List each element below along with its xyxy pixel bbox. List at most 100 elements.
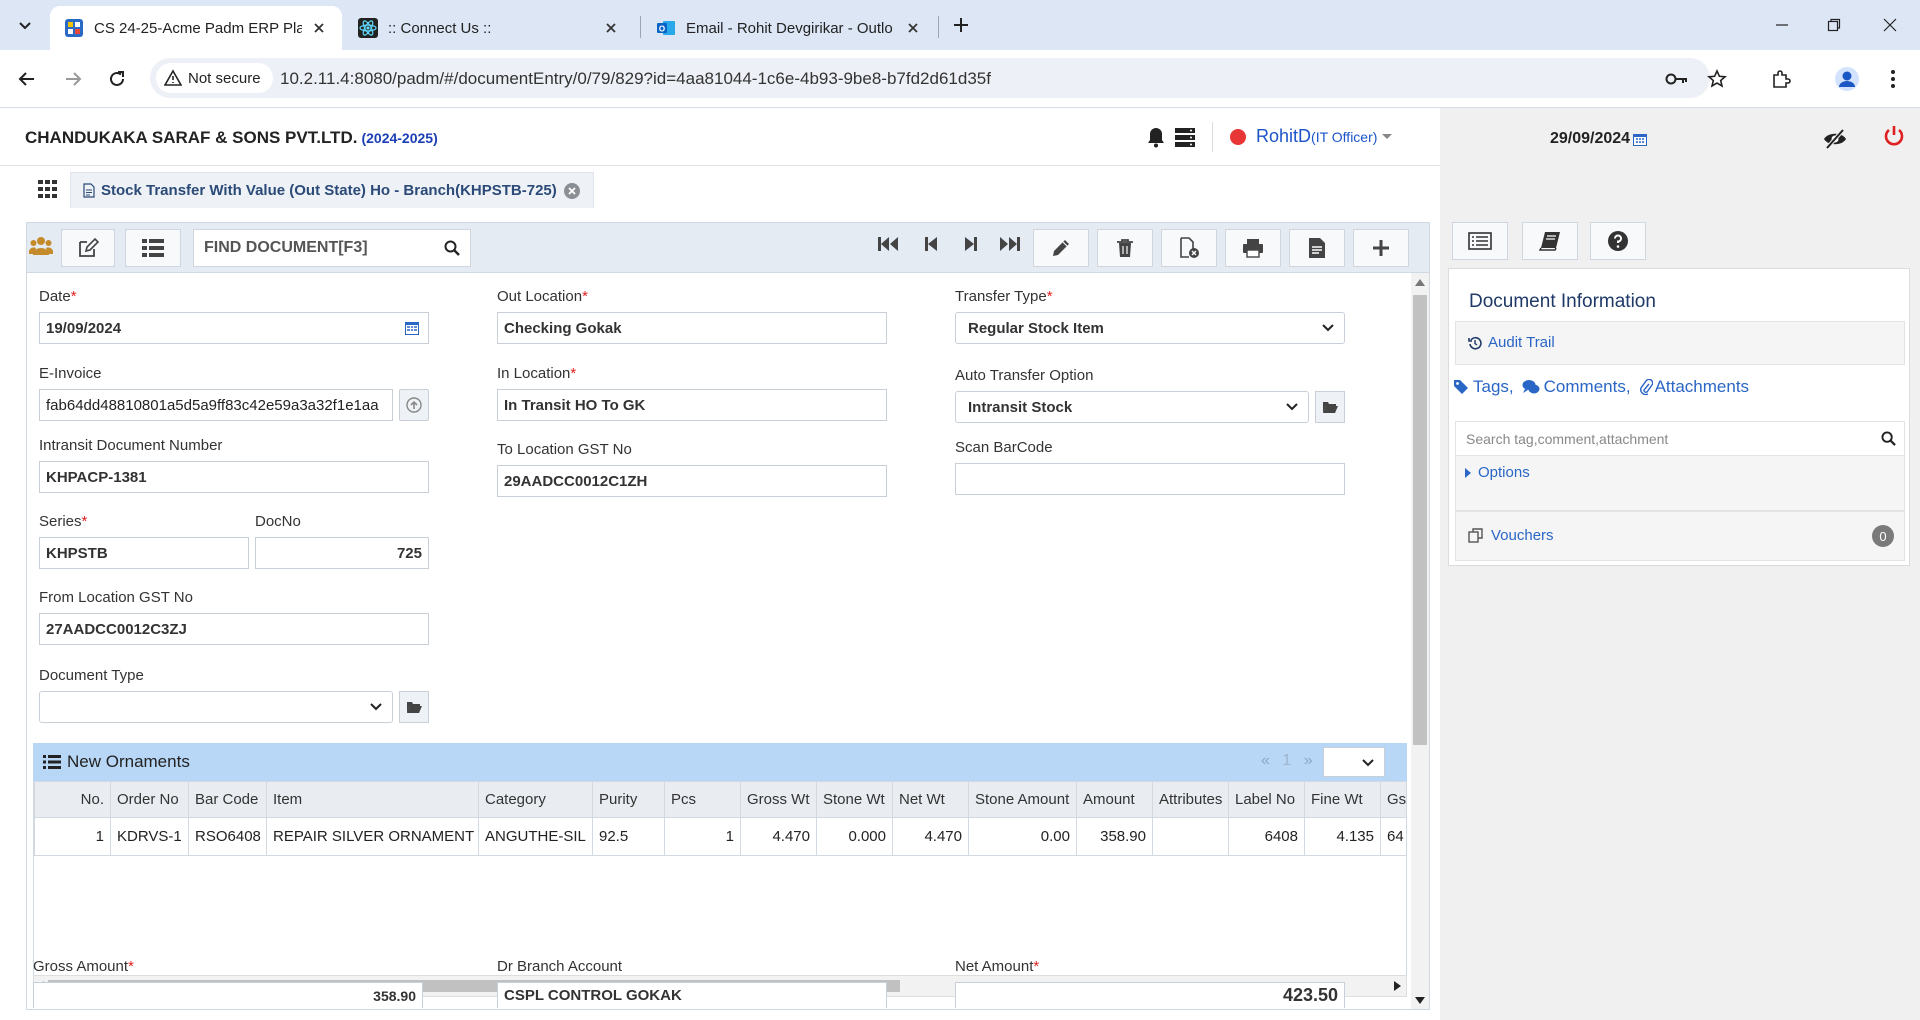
column-header[interactable]: Stone Wt (816, 781, 893, 818)
password-key-button[interactable] (1664, 66, 1690, 92)
close-tab-icon[interactable] (904, 19, 922, 37)
intransit-field[interactable]: KHPACP-1381 (39, 461, 429, 493)
column-header[interactable]: Gross Wt (740, 781, 817, 818)
table-cell[interactable]: 1 (664, 817, 741, 856)
einvoice-field[interactable]: fab64dd48810801a5d5a9ff83c42e59a3a32f1e1… (39, 389, 393, 421)
tag-search-input[interactable]: Search tag,comment,attachment (1456, 422, 1904, 456)
auto-transfer-browse-button[interactable] (1315, 391, 1345, 423)
browser-menu-button[interactable] (1880, 66, 1906, 92)
column-header[interactable]: Gs (1380, 781, 1406, 818)
options-toggle[interactable]: Options (1464, 464, 1530, 481)
close-window-button[interactable] (1870, 10, 1910, 40)
table-cell[interactable]: 4.470 (892, 817, 969, 856)
column-header[interactable]: Order No (110, 781, 189, 818)
gross-amount-field[interactable]: 358.90 (33, 982, 423, 1008)
cancel-document-button[interactable] (1161, 229, 1217, 267)
details-view-button[interactable] (1452, 222, 1508, 260)
restore-window-button[interactable] (1814, 10, 1854, 40)
pager-next[interactable]: » (1304, 752, 1313, 769)
reload-button[interactable] (104, 66, 130, 92)
in-location-field[interactable]: In Transit HO To GK (497, 389, 887, 421)
find-document-input[interactable]: FIND DOCUMENT[F3] (193, 229, 471, 267)
table-cell[interactable]: 1 (34, 817, 111, 856)
table-cell[interactable]: KDRVS-1 (110, 817, 189, 856)
browser-tab-erp[interactable]: CS 24-25-Acme Padm ERP Platf (50, 6, 342, 50)
extensions-button[interactable] (1768, 66, 1794, 92)
close-tab-icon[interactable] (310, 19, 328, 37)
minimize-window-button[interactable] (1762, 10, 1802, 40)
date-field[interactable]: 19/09/2024 (39, 312, 429, 344)
table-cell[interactable]: 92.5 (592, 817, 665, 856)
column-header[interactable]: Amount (1076, 781, 1153, 818)
print-button[interactable] (1225, 229, 1281, 267)
vouchers-link[interactable]: Vouchers (1468, 527, 1554, 544)
auto-transfer-select[interactable]: Intransit Stock (955, 391, 1309, 423)
table-cell[interactable]: REPAIR SILVER ORNAMENT (266, 817, 479, 856)
app-grid-icon[interactable] (38, 180, 58, 198)
einvoice-generate-button[interactable] (399, 389, 429, 421)
tags-link[interactable]: Tags, (1473, 377, 1514, 397)
table-row[interactable]: 1 KDRVS-1 RSO6408 REPAIR SILVER ORNAMENT… (34, 817, 1406, 856)
back-button[interactable] (14, 66, 40, 92)
book-button[interactable] (1522, 222, 1578, 260)
document-report-button[interactable] (1289, 229, 1345, 267)
column-header[interactable]: Net Wt (892, 781, 969, 818)
column-header[interactable]: No. (34, 781, 111, 818)
column-header[interactable]: Category (478, 781, 593, 818)
next-record-icon[interactable] (963, 235, 979, 253)
url-text[interactable]: 10.2.11.4:8080/padm/#/documentEntry/0/79… (280, 69, 991, 89)
document-tab[interactable]: Stock Transfer With Value (Out State) Ho… (70, 172, 594, 208)
pager-current[interactable]: 1 (1282, 752, 1291, 769)
site-security-chip[interactable]: Not secure (156, 63, 273, 93)
transfer-type-select[interactable]: Regular Stock Item (955, 312, 1345, 344)
first-record-icon[interactable] (877, 235, 899, 253)
column-header[interactable]: Stone Amount (968, 781, 1077, 818)
table-cell[interactable]: 0.00 (968, 817, 1077, 856)
column-header[interactable]: Fine Wt (1304, 781, 1381, 818)
table-cell[interactable]: 358.90 (1076, 817, 1153, 856)
column-header[interactable]: Item (266, 781, 479, 818)
pager-prev[interactable]: « (1261, 752, 1270, 769)
table-cell[interactable]: RSO6408 (188, 817, 267, 856)
forward-button[interactable] (60, 66, 86, 92)
address-bar[interactable]: Not secure 10.2.11.4:8080/padm/#/documen… (150, 58, 1710, 98)
current-date[interactable]: 29/09/2024 (1550, 130, 1648, 148)
delete-button[interactable] (1097, 229, 1153, 267)
help-button[interactable] (1590, 222, 1646, 260)
column-header[interactable]: Pcs (664, 781, 741, 818)
add-new-button[interactable] (1353, 229, 1409, 267)
eye-slash-icon[interactable] (1822, 128, 1848, 150)
column-header[interactable]: Label No (1228, 781, 1305, 818)
scroll-thumb[interactable] (1413, 295, 1427, 745)
last-record-icon[interactable] (999, 235, 1021, 253)
table-cell[interactable]: 4.470 (740, 817, 817, 856)
power-icon[interactable] (1882, 124, 1906, 148)
column-header[interactable]: Bar Code (188, 781, 267, 818)
browser-tab-connect[interactable]: :: Connect Us :: (344, 6, 634, 50)
previous-record-icon[interactable] (923, 235, 939, 253)
to-gst-field[interactable]: 29AADCC0012C1ZH (497, 465, 887, 497)
users-group-icon[interactable] (29, 235, 53, 257)
table-cell[interactable]: ANGUTHE-SIL (478, 817, 593, 856)
edit-button[interactable] (1033, 229, 1089, 267)
server-list-icon[interactable] (1174, 126, 1196, 148)
audit-trail-link[interactable]: Audit Trail (1468, 334, 1555, 351)
form-vertical-scrollbar[interactable] (1411, 273, 1429, 1009)
list-view-button[interactable] (125, 229, 181, 267)
edit-form-button[interactable] (61, 229, 115, 267)
table-cell[interactable]: 6408 (1228, 817, 1305, 856)
vouchers-section[interactable]: Vouchers 0 (1455, 511, 1905, 561)
scan-barcode-input[interactable] (955, 463, 1345, 495)
docno-field[interactable]: 725 (255, 537, 429, 569)
bookmark-button[interactable] (1704, 66, 1730, 92)
dr-branch-field[interactable]: CSPL CONTROL GOKAK (497, 982, 887, 1008)
table-cell[interactable]: 0.000 (816, 817, 893, 856)
doctype-select[interactable] (39, 691, 393, 723)
attachments-link[interactable]: Attachments (1655, 377, 1750, 397)
table-cell[interactable]: 64 (1380, 817, 1406, 856)
net-amount-field[interactable]: 423.50 (955, 982, 1345, 1008)
table-cell[interactable]: 4.135 (1304, 817, 1381, 856)
bell-icon[interactable] (1146, 126, 1166, 148)
profile-button[interactable] (1834, 66, 1860, 92)
browser-tab-outlook[interactable]: O Email - Rohit Devgirikar - Outlo (642, 6, 936, 50)
